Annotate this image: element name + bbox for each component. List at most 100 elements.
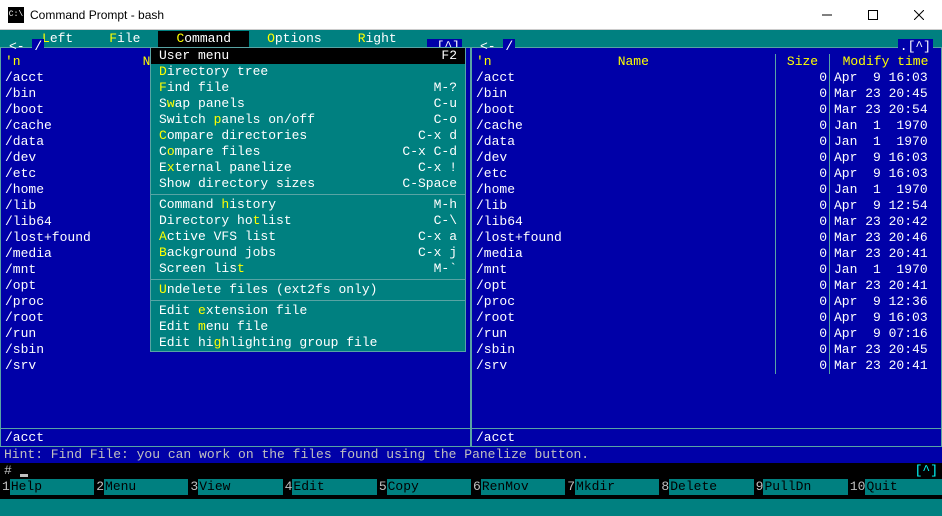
menu-item-directory-tree[interactable]: Directory tree (151, 64, 465, 80)
menu-item-edit-highlighting-group-file[interactable]: Edit highlighting group file (151, 335, 465, 351)
menu-item-label: Switch panels on/off (159, 112, 434, 128)
file-size: 0 (775, 246, 829, 262)
fkey-number: 3 (188, 479, 198, 495)
list-item[interactable]: /boot0Mar 23 20:54 (476, 102, 937, 118)
list-item[interactable]: /run0Apr 9 07:16 (476, 326, 937, 342)
file-size: 0 (775, 230, 829, 246)
menu-item-compare-files[interactable]: Compare filesC-x C-d (151, 144, 465, 160)
list-item[interactable]: /home0Jan 1 1970 (476, 182, 937, 198)
menu-item-edit-extension-file[interactable]: Edit extension file (151, 303, 465, 319)
file-size: 0 (775, 134, 829, 150)
right-panel-indicators[interactable]: .[^] (898, 39, 933, 55)
file-name: /cache (476, 118, 775, 134)
fkey-quit[interactable]: 10Quit (848, 479, 942, 495)
right-col-name-header: Name (492, 54, 775, 70)
file-size: 0 (775, 214, 829, 230)
right-file-list[interactable]: /acct0Apr 9 16:03/bin0Mar 23 20:45/boot0… (472, 70, 941, 428)
close-button[interactable] (896, 0, 942, 30)
file-name: /root (476, 310, 775, 326)
command-dropdown-menu[interactable]: User menuF2Directory treeFind fileM-?Swa… (150, 47, 466, 352)
fkey-label: RenMov (481, 479, 565, 495)
menu-item-label: Directory tree (159, 64, 457, 80)
right-panel-path-wrap: <- / (480, 39, 515, 55)
fkey-copy[interactable]: 5Copy (377, 479, 471, 495)
menu-item-find-file[interactable]: Find fileM-? (151, 80, 465, 96)
fkey-pulldn[interactable]: 9PullDn (754, 479, 848, 495)
menu-item-directory-hotlist[interactable]: Directory hotlistC-\ (151, 213, 465, 229)
cursor-icon (20, 474, 28, 477)
menu-item-user-menu[interactable]: User menuF2 (151, 48, 465, 64)
menu-item-edit-menu-file[interactable]: Edit menu file (151, 319, 465, 335)
list-item[interactable]: /lost+found0Mar 23 20:46 (476, 230, 937, 246)
menu-item-shortcut: M-` (434, 261, 457, 277)
window-title: Command Prompt - bash (30, 8, 804, 22)
menu-item-switch-panels-on-off[interactable]: Switch panels on/offC-o (151, 112, 465, 128)
fkey-menu[interactable]: 2Menu (94, 479, 188, 495)
list-item[interactable]: /opt0Mar 23 20:41 (476, 278, 937, 294)
fkey-delete[interactable]: 8Delete (659, 479, 753, 495)
menu-item-label: Command history (159, 197, 434, 213)
file-mtime: Jan 1 1970 (829, 134, 937, 150)
list-item[interactable]: /etc0Apr 9 16:03 (476, 166, 937, 182)
list-item[interactable]: /dev0Apr 9 16:03 (476, 150, 937, 166)
fkey-label: Mkdir (575, 479, 659, 495)
right-panel[interactable]: <- / .[^] Name Size Modify time /acct0Ap… (471, 47, 942, 447)
menu-item-command-history[interactable]: Command historyM-h (151, 197, 465, 213)
menu-item-show-directory-sizes[interactable]: Show directory sizesC-Space (151, 176, 465, 192)
menu-item-label: Directory hotlist (159, 213, 434, 229)
menu-item-compare-directories[interactable]: Compare directoriesC-x d (151, 128, 465, 144)
menu-item-screen-list[interactable]: Screen listM-` (151, 261, 465, 277)
menu-item-undelete-files-ext2fs-only-[interactable]: Undelete files (ext2fs only) (151, 282, 465, 298)
file-name: /proc (476, 294, 775, 310)
file-size: 0 (775, 342, 829, 358)
fkey-number: 4 (283, 479, 293, 495)
list-item[interactable]: /srv (5, 358, 466, 374)
list-item[interactable]: /root0Apr 9 16:03 (476, 310, 937, 326)
menu-item-external-panelize[interactable]: External panelizeC-x ! (151, 160, 465, 176)
menu-item-label: Show directory sizes (159, 176, 402, 192)
left-panel-path[interactable]: / (32, 39, 44, 54)
file-mtime: Apr 9 16:03 (829, 70, 937, 86)
list-item[interactable]: /acct0Apr 9 16:03 (476, 70, 937, 86)
fkey-view[interactable]: 3View (188, 479, 282, 495)
file-mtime: Mar 23 20:45 (829, 342, 937, 358)
list-item[interactable]: /proc0Apr 9 12:36 (476, 294, 937, 310)
fkey-edit[interactable]: 4Edit (283, 479, 377, 495)
right-panel-path[interactable]: / (503, 39, 515, 54)
file-name: /bin (476, 86, 775, 102)
file-name: /sbin (476, 342, 775, 358)
list-item[interactable]: /lib640Mar 23 20:42 (476, 214, 937, 230)
prompt-text: # (4, 463, 20, 478)
file-mtime: Apr 9 12:54 (829, 198, 937, 214)
file-size: 0 (775, 182, 829, 198)
fkey-help[interactable]: 1Help (0, 479, 94, 495)
maximize-button[interactable] (850, 0, 896, 30)
list-item[interactable]: /sbin0Mar 23 20:45 (476, 342, 937, 358)
menu-item-swap-panels[interactable]: Swap panelsC-u (151, 96, 465, 112)
shell-prompt[interactable]: # [^] (0, 463, 942, 479)
menu-item-active-vfs-list[interactable]: Active VFS listC-x a (151, 229, 465, 245)
menu-item-background-jobs[interactable]: Background jobsC-x j (151, 245, 465, 261)
file-mtime: Jan 1 1970 (829, 262, 937, 278)
list-item[interactable]: /data0Jan 1 1970 (476, 134, 937, 150)
list-item[interactable]: /lib0Apr 9 12:54 (476, 198, 937, 214)
file-name: /lib (476, 198, 775, 214)
fkey-renmov[interactable]: 6RenMov (471, 479, 565, 495)
menu-item-shortcut: C-x a (418, 229, 457, 245)
list-item[interactable]: /mnt0Jan 1 1970 (476, 262, 937, 278)
menu-separator (151, 300, 465, 301)
menu-item-shortcut: M-? (434, 80, 457, 96)
list-item[interactable]: /media0Mar 23 20:41 (476, 246, 937, 262)
file-size: 0 (775, 262, 829, 278)
caret-indicator: [^] (915, 463, 942, 479)
file-name: /home (476, 182, 775, 198)
list-item[interactable]: /cache0Jan 1 1970 (476, 118, 937, 134)
menu-item-shortcut: C-\ (434, 213, 457, 229)
right-col-mtime-header: Modify time (829, 54, 937, 70)
fkey-mkdir[interactable]: 7Mkdir (565, 479, 659, 495)
list-item[interactable]: /bin0Mar 23 20:45 (476, 86, 937, 102)
list-item[interactable]: /srv0Mar 23 20:41 (476, 358, 937, 374)
file-mtime: Apr 9 16:03 (829, 166, 937, 182)
left-panel-selected: /acct (1, 428, 470, 446)
minimize-button[interactable] (804, 0, 850, 30)
